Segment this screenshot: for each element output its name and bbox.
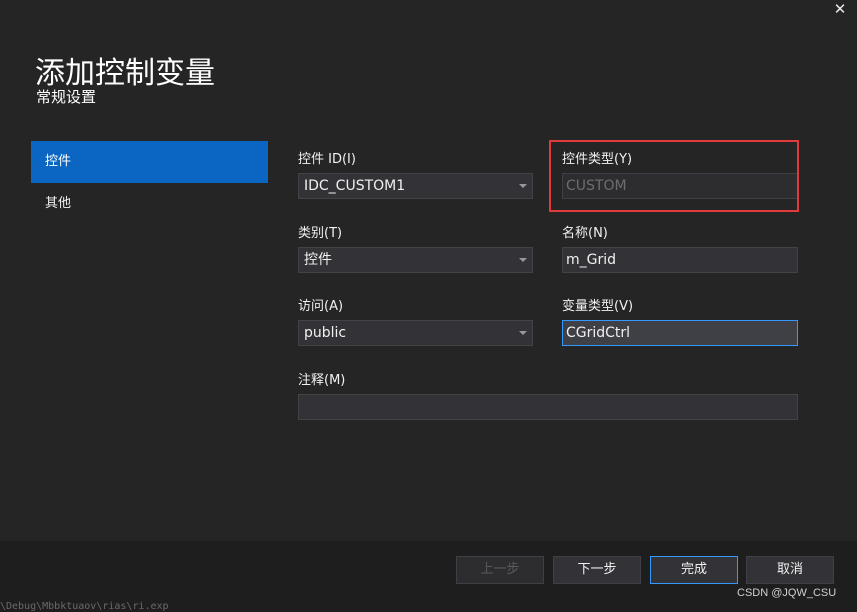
name-label: 名称(N) xyxy=(562,226,608,241)
watermark: CSDN @JQW_CSU xyxy=(737,587,837,599)
add-control-variable-dialog: ✕ 添加控制变量 常规设置 控件 其他 控件 ID(I) IDC_CUSTOM1… xyxy=(0,0,857,612)
cancel-button[interactable]: 取消 xyxy=(746,556,834,584)
close-icon[interactable]: ✕ xyxy=(829,0,851,18)
control-type-label: 控件类型(Y) xyxy=(562,152,633,167)
comment-label: 注释(M) xyxy=(298,373,346,388)
chevron-down-icon xyxy=(519,258,527,262)
control-id-label: 控件 ID(I) xyxy=(298,152,356,167)
name-value: m_Grid xyxy=(566,252,617,268)
control-id-combo[interactable]: IDC_CUSTOM1 xyxy=(298,173,533,199)
prev-button[interactable]: 上一步 xyxy=(456,556,544,584)
chevron-down-icon xyxy=(519,331,527,335)
dialog-subtitle: 常规设置 xyxy=(36,88,97,106)
var-type-label: 变量类型(V) xyxy=(562,299,634,314)
nav-item-controls[interactable]: 控件 xyxy=(31,141,268,183)
control-type-field: CUSTOM xyxy=(562,173,798,199)
side-nav: 控件 其他 xyxy=(31,141,268,225)
finish-button[interactable]: 完成 xyxy=(650,556,738,584)
nav-item-other[interactable]: 其他 xyxy=(31,183,268,225)
var-type-value: CGridCtrl xyxy=(566,325,631,341)
var-type-field[interactable]: CGridCtrl xyxy=(562,320,798,346)
access-label: 访问(A) xyxy=(298,299,344,314)
control-type-value: CUSTOM xyxy=(566,178,627,194)
category-label: 类别(T) xyxy=(298,226,343,241)
background-output-text: \Debug\Mbbktuaov\rias\ri.exp xyxy=(0,601,169,612)
category-combo[interactable]: 控件 xyxy=(298,247,533,273)
category-value: 控件 xyxy=(304,252,332,268)
name-field[interactable]: m_Grid xyxy=(562,247,798,273)
access-value: public xyxy=(304,325,347,341)
access-combo[interactable]: public xyxy=(298,320,533,346)
next-button[interactable]: 下一步 xyxy=(553,556,641,584)
control-id-value: IDC_CUSTOM1 xyxy=(304,178,406,194)
comment-field[interactable] xyxy=(298,394,798,420)
chevron-down-icon xyxy=(519,184,527,188)
